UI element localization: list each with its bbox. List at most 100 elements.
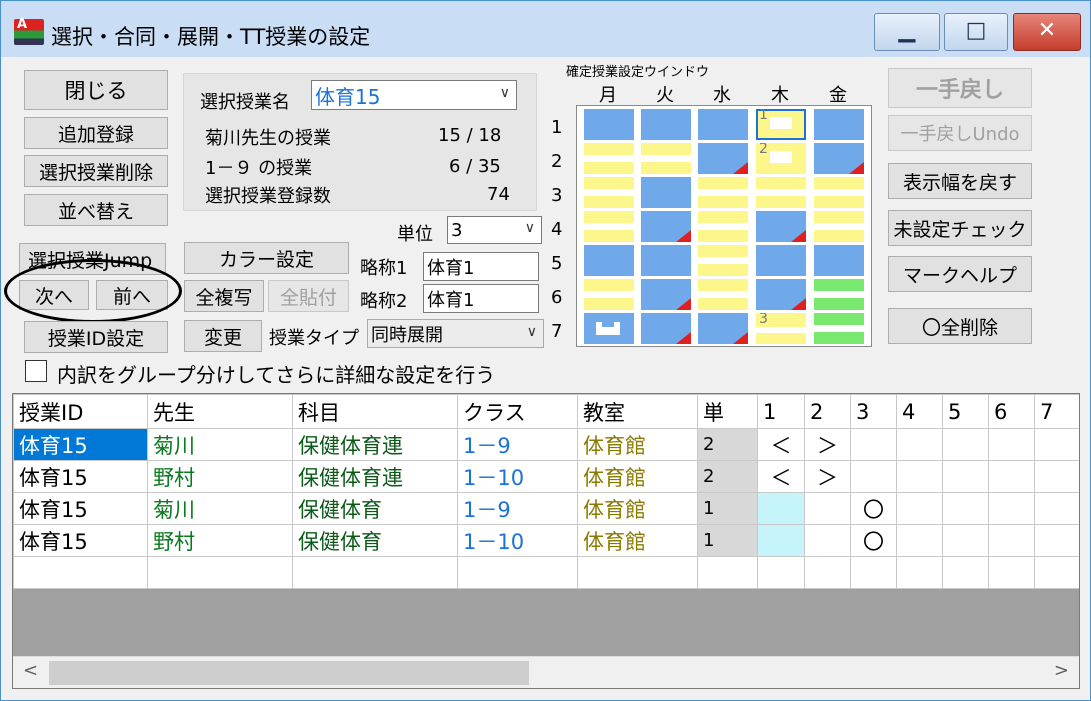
abbr2-input[interactable]: 体育1 <box>423 284 539 313</box>
abbr1-input[interactable]: 体育1 <box>423 252 539 281</box>
column-header[interactable]: 7 <box>1034 394 1079 429</box>
scroll-left-icon[interactable]: < <box>23 660 38 681</box>
period-cell[interactable]: ＜ <box>757 460 805 493</box>
class-id-settings-button[interactable]: 授業ID設定 <box>24 321 168 353</box>
room-cell[interactable]: 体育館 <box>577 492 698 525</box>
column-header[interactable]: 4 <box>896 394 943 429</box>
grid-cell[interactable] <box>756 177 806 208</box>
group-detail-checkbox[interactable] <box>25 360 47 382</box>
grid-cell[interactable] <box>756 245 806 276</box>
grid-cell[interactable] <box>641 211 691 242</box>
grid-cell[interactable] <box>584 143 634 174</box>
reset-width-button[interactable]: 表示幅を戻す <box>888 163 1032 199</box>
subject-cell[interactable]: 保健体育連 <box>292 428 458 461</box>
period-cell[interactable] <box>896 492 943 525</box>
table-cell[interactable] <box>147 556 293 589</box>
grid-cell[interactable] <box>756 211 806 242</box>
unit-cell[interactable]: 2 <box>697 428 758 461</box>
horizontal-scrollbar[interactable]: < > <box>13 656 1079 688</box>
column-header[interactable]: 先生 <box>147 394 293 429</box>
grid-cell[interactable] <box>698 109 748 140</box>
table-row[interactable]: 体育15 野村 保健体育 1－10 体育館 1 〇 <box>13 524 1079 557</box>
grid-cell[interactable] <box>641 245 691 276</box>
grid-cell[interactable] <box>814 211 864 242</box>
table-cell[interactable] <box>697 556 758 589</box>
grid-cell[interactable]: 1 <box>756 109 806 140</box>
minimize-button[interactable]: ▁ <box>874 13 940 51</box>
grid-cell[interactable] <box>584 211 634 242</box>
teacher-cell[interactable]: 菊川 <box>147 492 293 525</box>
column-header[interactable]: クラス <box>457 394 578 429</box>
change-button[interactable]: 変更 <box>184 320 262 352</box>
grid-cell[interactable] <box>584 279 634 310</box>
period-cell[interactable] <box>896 524 943 557</box>
period-cell[interactable] <box>1034 428 1079 461</box>
table-cell[interactable] <box>757 556 805 589</box>
column-header[interactable]: 授業ID <box>13 394 148 429</box>
room-cell[interactable]: 体育館 <box>577 460 698 493</box>
grid-cell[interactable] <box>584 313 634 344</box>
table-row[interactable] <box>13 556 1079 589</box>
grid-cell[interactable] <box>698 279 748 310</box>
period-cell[interactable]: 〇 <box>850 524 897 557</box>
period-cell[interactable] <box>850 460 897 493</box>
column-header[interactable]: 1 <box>757 394 805 429</box>
scroll-right-icon[interactable]: > <box>1054 660 1069 681</box>
grid-cell[interactable] <box>584 177 634 208</box>
table-row[interactable]: 体育15 野村 保健体育連 1－10 体育館 2 ＜＞ <box>13 460 1079 493</box>
subject-cell[interactable]: 保健体育連 <box>292 460 458 493</box>
column-header[interactable]: 3 <box>850 394 897 429</box>
grid-cell[interactable] <box>698 177 748 208</box>
table-cell[interactable] <box>942 556 989 589</box>
redo-button[interactable]: 一手戻しUndo <box>888 115 1032 151</box>
maximize-button[interactable]: □ <box>944 13 1008 51</box>
table-row[interactable]: 体育15 菊川 保健体育 1－9 体育館 1 〇 <box>13 492 1079 525</box>
delete-all-circles-button[interactable]: 〇全削除 <box>888 308 1032 344</box>
period-cell[interactable] <box>896 428 943 461</box>
column-header[interactable]: 2 <box>804 394 851 429</box>
table-cell[interactable] <box>988 556 1035 589</box>
table-cell[interactable] <box>896 556 943 589</box>
column-header[interactable]: 単 <box>697 394 758 429</box>
id-cell[interactable]: 体育15 <box>13 492 148 525</box>
grid-cell[interactable] <box>584 245 634 276</box>
table-cell[interactable] <box>577 556 698 589</box>
period-cell[interactable]: ＞ <box>804 428 851 461</box>
class-cell[interactable]: 1－10 <box>457 524 578 557</box>
grid-cell[interactable] <box>641 177 691 208</box>
table-cell[interactable] <box>850 556 897 589</box>
close-window-button[interactable]: ✕ <box>1013 13 1081 51</box>
class-cell[interactable]: 1－9 <box>457 428 578 461</box>
grid-cell[interactable] <box>584 109 634 140</box>
period-cell[interactable] <box>804 524 851 557</box>
period-cell[interactable] <box>942 428 989 461</box>
teacher-cell[interactable]: 菊川 <box>147 428 293 461</box>
period-cell[interactable]: ＞ <box>804 460 851 493</box>
grid-cell[interactable] <box>814 143 864 174</box>
unit-select[interactable]: 3 ∨ <box>447 216 542 244</box>
class-cell[interactable]: 1－9 <box>457 492 578 525</box>
grid-cell[interactable] <box>814 245 864 276</box>
grid-cell[interactable] <box>814 109 864 140</box>
class-cell[interactable]: 1－10 <box>457 460 578 493</box>
grid-cell[interactable] <box>814 279 864 310</box>
period-cell[interactable] <box>896 460 943 493</box>
class-name-select[interactable]: 体育15 ∨ <box>311 80 517 110</box>
period-cell[interactable] <box>988 460 1035 493</box>
column-header[interactable]: 5 <box>942 394 989 429</box>
subject-cell[interactable]: 保健体育 <box>292 524 458 557</box>
grid-cell[interactable] <box>698 313 748 344</box>
period-cell[interactable] <box>1034 492 1079 525</box>
grid-cell[interactable] <box>641 279 691 310</box>
table-cell[interactable] <box>292 556 458 589</box>
teacher-cell[interactable]: 野村 <box>147 460 293 493</box>
period-cell[interactable]: ＜ <box>757 428 805 461</box>
add-button[interactable]: 追加登録 <box>24 117 168 149</box>
grid-cell[interactable] <box>641 313 691 344</box>
grid-cell[interactable] <box>641 109 691 140</box>
period-cell[interactable] <box>1034 460 1079 493</box>
paste-all-button[interactable]: 全貼付 <box>268 280 349 312</box>
color-settings-button[interactable]: カラー設定 <box>184 242 349 274</box>
grid-cell[interactable] <box>814 177 864 208</box>
period-cell[interactable]: 〇 <box>850 492 897 525</box>
